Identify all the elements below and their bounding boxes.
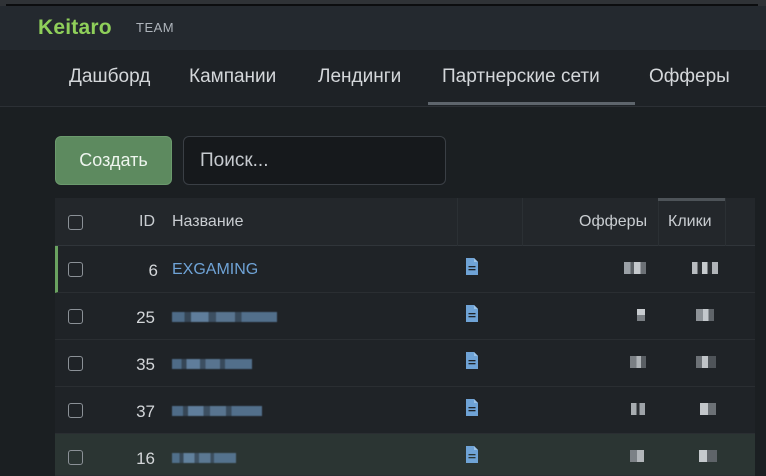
document-icon[interactable] — [465, 258, 479, 275]
search-input[interactable] — [183, 136, 446, 185]
select-all-checkbox[interactable] — [68, 215, 83, 230]
column-divider — [725, 198, 726, 246]
column-divider — [658, 198, 659, 246]
row-id: 25 — [136, 308, 155, 327]
row-id: 6 — [148, 261, 158, 280]
row-checkbox[interactable] — [68, 450, 83, 465]
clicks-count-hidden — [700, 403, 716, 415]
column-header-offers[interactable]: Офферы — [579, 213, 647, 231]
offers-count-hidden — [630, 450, 644, 462]
affiliate-networks-table: ID Название Офферы Клики 6 EXGAMING 25 3… — [55, 198, 755, 476]
row-name-link[interactable]: EXGAMING — [172, 261, 258, 279]
row-id: 37 — [136, 402, 155, 421]
row-checkbox[interactable] — [68, 403, 83, 418]
table-row[interactable]: 37 — [55, 387, 755, 434]
tab-campaigns[interactable]: Кампании — [189, 66, 276, 88]
row-name-link[interactable] — [172, 402, 262, 420]
document-icon[interactable] — [465, 352, 479, 369]
table-row[interactable]: 25 — [55, 293, 755, 340]
clicks-count-hidden — [692, 262, 718, 274]
redacted-name — [172, 311, 277, 322]
row-checkbox[interactable] — [68, 309, 83, 324]
main-nav: Дашборд Кампании Лендинги Партнерские се… — [0, 50, 766, 107]
clicks-count-hidden — [699, 450, 717, 462]
tab-landings[interactable]: Лендинги — [318, 66, 401, 88]
column-header-clicks[interactable]: Клики — [668, 213, 712, 231]
table-row[interactable]: 16 — [55, 434, 755, 476]
column-header-name[interactable]: Название — [172, 213, 244, 231]
active-tab-indicator — [428, 102, 635, 105]
row-name-link[interactable] — [172, 308, 277, 326]
keitaro-logo[interactable]: Keitaro — [38, 16, 112, 40]
document-icon[interactable] — [465, 305, 479, 322]
redacted-name — [172, 358, 252, 369]
row-id: 35 — [136, 355, 155, 374]
row-checkbox[interactable] — [68, 262, 83, 277]
tab-dashboard[interactable]: Дашборд — [69, 66, 150, 88]
app-header: Keitaro TEAM — [0, 6, 766, 50]
tab-offers[interactable]: Офферы — [649, 66, 730, 88]
column-header-id[interactable]: ID — [139, 213, 155, 231]
column-divider — [457, 198, 458, 246]
row-name-link[interactable] — [172, 449, 236, 467]
offers-count-hidden — [624, 262, 646, 274]
document-icon[interactable] — [465, 446, 479, 463]
document-icon[interactable] — [465, 399, 479, 416]
clicks-count-hidden — [696, 356, 716, 368]
table-row[interactable]: 6 EXGAMING — [55, 246, 755, 293]
offers-count-hidden — [630, 356, 646, 368]
table-row[interactable]: 35 — [55, 340, 755, 387]
row-name-link[interactable] — [172, 355, 252, 373]
row-id: 16 — [136, 449, 155, 468]
row-checkbox[interactable] — [68, 356, 83, 371]
table-header: ID Название Офферы Клики — [55, 198, 755, 246]
tab-affiliate-networks[interactable]: Партнерские сети — [442, 66, 600, 88]
create-button[interactable]: Создать — [55, 136, 172, 185]
offers-count-hidden — [637, 309, 645, 321]
offers-count-hidden — [631, 403, 645, 415]
team-label: TEAM — [136, 20, 175, 35]
column-divider — [522, 198, 523, 246]
column-resize-handle[interactable] — [658, 198, 725, 201]
redacted-name — [172, 405, 262, 416]
redacted-name — [172, 452, 236, 463]
clicks-count-hidden — [696, 309, 714, 321]
